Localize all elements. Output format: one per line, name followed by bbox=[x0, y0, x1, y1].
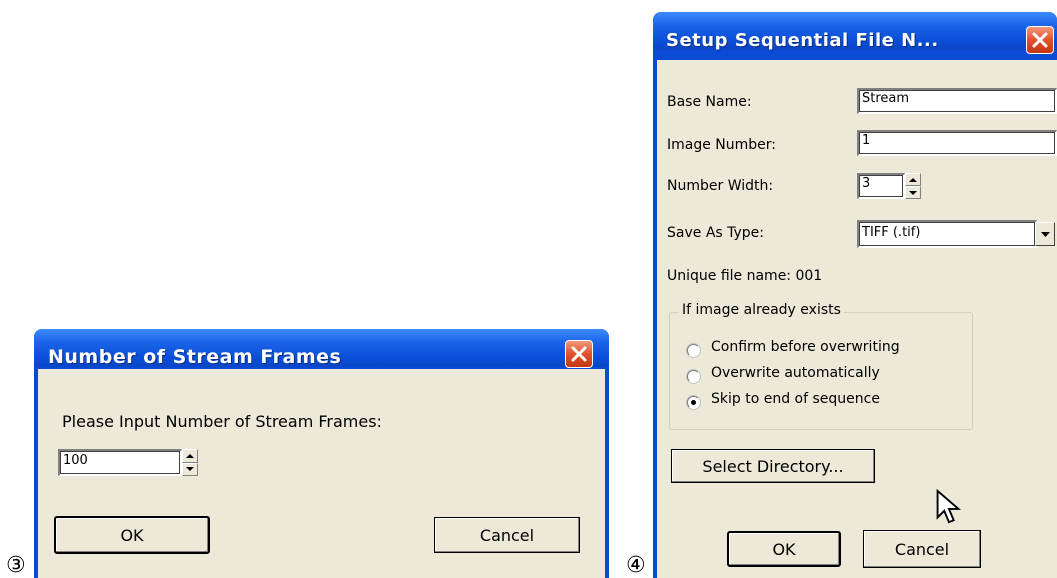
dialog-body: Base Name: Stream Image Number: 1 Number… bbox=[657, 60, 1057, 578]
dialog-title: Setup Sequential File N... bbox=[666, 30, 939, 51]
base-name-label: Base Name: bbox=[667, 94, 752, 110]
mouse-cursor-icon bbox=[936, 489, 961, 524]
spin-down-icon bbox=[186, 467, 194, 472]
radio-overwrite-automatically[interactable] bbox=[687, 370, 700, 383]
dropdown-arrow-icon bbox=[1040, 231, 1050, 237]
spin-up-icon bbox=[909, 177, 917, 182]
radio-label: Skip to end of sequence bbox=[711, 391, 880, 407]
setup-sequential-file-dialog: Setup Sequential File N... Base Name: St… bbox=[653, 12, 1057, 578]
close-button[interactable] bbox=[565, 340, 593, 368]
frames-prompt: Please Input Number of Stream Frames: bbox=[62, 412, 382, 431]
save-as-type-dropdown-button[interactable] bbox=[1035, 222, 1055, 246]
image-number-input[interactable]: 1 bbox=[857, 130, 1057, 156]
radio-label: Overwrite automatically bbox=[711, 365, 880, 381]
spin-up-icon bbox=[186, 453, 194, 458]
number-width-spinner[interactable] bbox=[905, 173, 921, 199]
group-title: If image already exists bbox=[679, 302, 844, 318]
spin-up-button[interactable] bbox=[182, 449, 198, 463]
spin-down-button[interactable] bbox=[182, 462, 198, 476]
frames-spinner[interactable] bbox=[182, 449, 198, 476]
close-icon bbox=[1032, 32, 1048, 48]
frames-input[interactable]: 100 bbox=[58, 449, 182, 476]
unique-file-name: Unique file name: 001 bbox=[667, 268, 823, 284]
radio-label: Confirm before overwriting bbox=[711, 339, 900, 355]
step-marker-3: ③ bbox=[6, 553, 26, 578]
select-directory-button[interactable]: Select Directory... bbox=[671, 449, 875, 483]
radio-skip-to-end[interactable] bbox=[687, 396, 700, 409]
spin-down-button[interactable] bbox=[905, 186, 921, 199]
title-bar: Number of Stream Frames bbox=[34, 329, 609, 368]
image-number-label: Image Number: bbox=[667, 137, 777, 153]
save-as-type-label: Save As Type: bbox=[667, 225, 765, 241]
step-marker-4: ④ bbox=[626, 553, 646, 578]
close-button[interactable] bbox=[1026, 26, 1054, 54]
spin-up-button[interactable] bbox=[905, 173, 921, 186]
cancel-button[interactable]: Cancel bbox=[863, 530, 981, 568]
title-bar: Setup Sequential File N... bbox=[653, 12, 1057, 54]
radio-confirm-overwrite[interactable] bbox=[687, 344, 700, 357]
number-width-label: Number Width: bbox=[667, 178, 774, 194]
save-as-type-select[interactable]: TIFF (.tif) bbox=[857, 220, 1037, 248]
number-of-stream-frames-dialog: Number of Stream Frames Please Input Num… bbox=[34, 329, 609, 578]
dialog-title: Number of Stream Frames bbox=[48, 346, 342, 368]
number-width-input[interactable]: 3 bbox=[857, 173, 905, 199]
close-icon bbox=[571, 346, 587, 362]
dialog-body: Please Input Number of Stream Frames: 10… bbox=[38, 369, 605, 578]
spin-down-icon bbox=[909, 190, 917, 195]
ok-button[interactable]: OK bbox=[54, 516, 210, 554]
ok-button[interactable]: OK bbox=[727, 531, 841, 567]
base-name-input[interactable]: Stream bbox=[857, 88, 1057, 114]
cancel-button[interactable]: Cancel bbox=[434, 517, 580, 553]
